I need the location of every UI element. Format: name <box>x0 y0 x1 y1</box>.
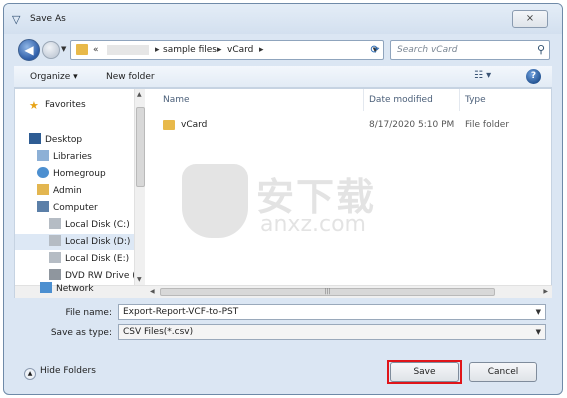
column-header-type[interactable]: Type <box>465 95 486 105</box>
column-divider[interactable] <box>363 89 364 111</box>
network-icon <box>40 282 52 293</box>
nav-item-network[interactable]: Network <box>40 282 94 298</box>
organize-menu[interactable]: Organize ▾ <box>30 72 78 82</box>
nav-item-local-disk-c[interactable]: Local Disk (C:) <box>49 218 130 234</box>
recent-locations-dropdown[interactable]: ▼ <box>61 45 66 53</box>
command-toolbar: Organize ▾ New folder ☷ ▾ ? <box>14 66 552 88</box>
file-name: vCard <box>181 120 208 130</box>
column-header-date[interactable]: Date modified <box>369 95 433 105</box>
homegroup-icon <box>37 167 49 178</box>
star-icon: ★ <box>29 99 39 112</box>
folder-icon <box>76 44 88 55</box>
forward-button[interactable] <box>42 41 60 59</box>
nav-item-homegroup[interactable]: Homegroup <box>37 167 106 183</box>
breadcrumb-sample-files[interactable]: sample files <box>163 45 217 55</box>
folder-icon <box>163 120 175 130</box>
breadcrumb-vcard[interactable]: vCard <box>227 45 253 55</box>
filename-field[interactable]: Export-Report-VCF-to-PST ▼ <box>118 304 546 320</box>
help-icon[interactable]: ? <box>526 69 541 84</box>
column-divider[interactable] <box>459 89 460 111</box>
navigation-pane: ★ Favorites Desktop Libraries Homegroup A… <box>15 89 145 285</box>
nav-item-local-disk-d[interactable]: Local Disk (D:) <box>15 234 134 250</box>
drive-icon <box>49 218 61 229</box>
search-input[interactable]: Search vCard ⚲ <box>390 40 550 60</box>
nav-vertical-scrollbar[interactable]: ▲ ▼ <box>134 89 145 285</box>
user-folder-icon <box>37 184 49 195</box>
nav-item-favorites[interactable]: ★ Favorites <box>29 99 86 115</box>
dialog-app-icon: ▽ <box>12 13 21 26</box>
change-view-button[interactable]: ☷ ▾ <box>474 70 491 81</box>
drive-icon <box>49 252 61 263</box>
breadcrumb-overflow[interactable]: « <box>93 45 99 55</box>
address-row: ◀ ▼ « ▸ sample files ▸ vCard ▸ ▼ ⟳ Searc… <box>4 36 562 64</box>
shield-icon <box>182 164 248 238</box>
computer-icon <box>37 201 49 212</box>
watermark-logo: 安下载 anxz.com <box>182 164 412 244</box>
nav-item-local-disk-e[interactable]: Local Disk (E:) <box>49 252 129 268</box>
close-button[interactable]: ⨯ <box>512 10 548 28</box>
nav-item-desktop[interactable]: Desktop <box>29 133 82 149</box>
cancel-button[interactable]: Cancel <box>469 362 537 382</box>
scroll-right-icon[interactable]: ▶ <box>543 288 548 295</box>
save-button[interactable]: Save <box>390 362 459 382</box>
hide-folders-button[interactable]: ▲ Hide Folders <box>24 366 96 380</box>
breadcrumb-separator[interactable]: ▸ <box>259 45 264 55</box>
scroll-left-icon[interactable]: ◀ <box>150 288 155 295</box>
save-as-dialog: ▽ Save As ⨯ ◀ ▼ « ▸ sample files ▸ vCard… <box>3 3 563 395</box>
scrollbar-thumb[interactable] <box>136 107 145 187</box>
chevron-down-icon[interactable]: ▼ <box>536 308 541 316</box>
libraries-icon <box>37 150 49 161</box>
chevron-down-icon[interactable]: ▼ <box>536 328 541 336</box>
savetype-label: Save as type: <box>50 328 112 338</box>
address-bar[interactable]: « ▸ sample files ▸ vCard ▸ ▼ <box>70 40 384 60</box>
breadcrumb-separator[interactable]: ▸ <box>155 45 160 55</box>
refresh-icon[interactable]: ⟳ <box>366 41 384 59</box>
back-button[interactable]: ◀ <box>18 39 40 61</box>
title-bar: ▽ Save As ⨯ <box>4 4 562 34</box>
nav-item-admin[interactable]: Admin <box>37 184 82 200</box>
search-icon[interactable]: ⚲ <box>537 43 545 56</box>
scroll-down-icon[interactable]: ▼ <box>137 276 142 283</box>
chevron-up-icon: ▲ <box>24 368 36 380</box>
new-folder-button[interactable]: New folder <box>106 72 155 82</box>
scroll-up-icon[interactable]: ▲ <box>137 91 142 98</box>
redacted-path-segment <box>107 45 149 55</box>
filename-label: File name: <box>65 308 112 318</box>
nav-item-libraries[interactable]: Libraries <box>37 150 92 166</box>
list-item[interactable]: vCard 8/17/2020 5:10 PM File folder <box>159 117 549 133</box>
nav-item-computer[interactable]: Computer <box>37 201 98 217</box>
horizontal-scrollbar[interactable]: ◀ ||| ▶ <box>15 285 552 298</box>
desktop-icon <box>29 133 41 144</box>
drive-icon <box>49 235 61 246</box>
scrollbar-thumb[interactable]: ||| <box>160 288 495 296</box>
dialog-title: Save As <box>30 14 66 24</box>
watermark-text-en: anxz.com <box>260 212 366 237</box>
column-header-name[interactable]: Name <box>163 95 190 105</box>
breadcrumb-separator[interactable]: ▸ <box>217 45 222 55</box>
search-placeholder: Search vCard <box>397 45 458 55</box>
savetype-select[interactable]: CSV Files(*.csv) ▼ <box>118 324 546 340</box>
file-type: File folder <box>465 120 510 130</box>
file-date: 8/17/2020 5:10 PM <box>369 120 455 130</box>
dvd-icon <box>49 269 61 280</box>
